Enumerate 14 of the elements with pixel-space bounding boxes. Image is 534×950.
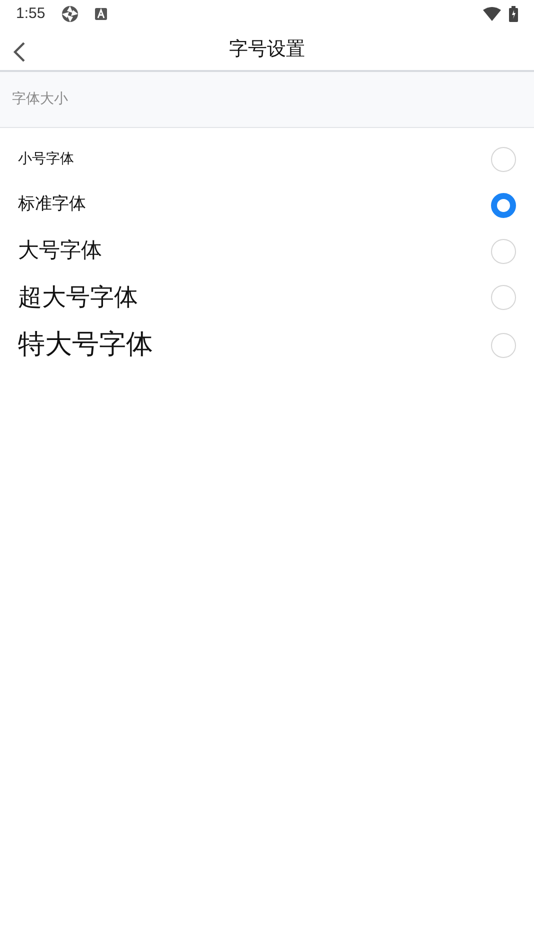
option-label: 标准字体: [18, 193, 86, 216]
status-time: 1:55: [16, 4, 46, 24]
back-button[interactable]: [12, 39, 26, 63]
aperture-icon: [61, 5, 80, 23]
section-header: 字体大小: [12, 90, 68, 109]
page-title: 字号设置: [229, 36, 305, 62]
radio-button[interactable]: [491, 192, 516, 218]
option-label: 大号字体: [18, 237, 102, 264]
wifi-icon: [483, 7, 501, 21]
battery-icon: [509, 6, 518, 22]
option-label: 特大号字体: [18, 328, 153, 362]
keyboard-icon: [95, 8, 108, 20]
option-label: 超大号字体: [18, 282, 138, 313]
option-label: 小号字体: [18, 150, 74, 168]
